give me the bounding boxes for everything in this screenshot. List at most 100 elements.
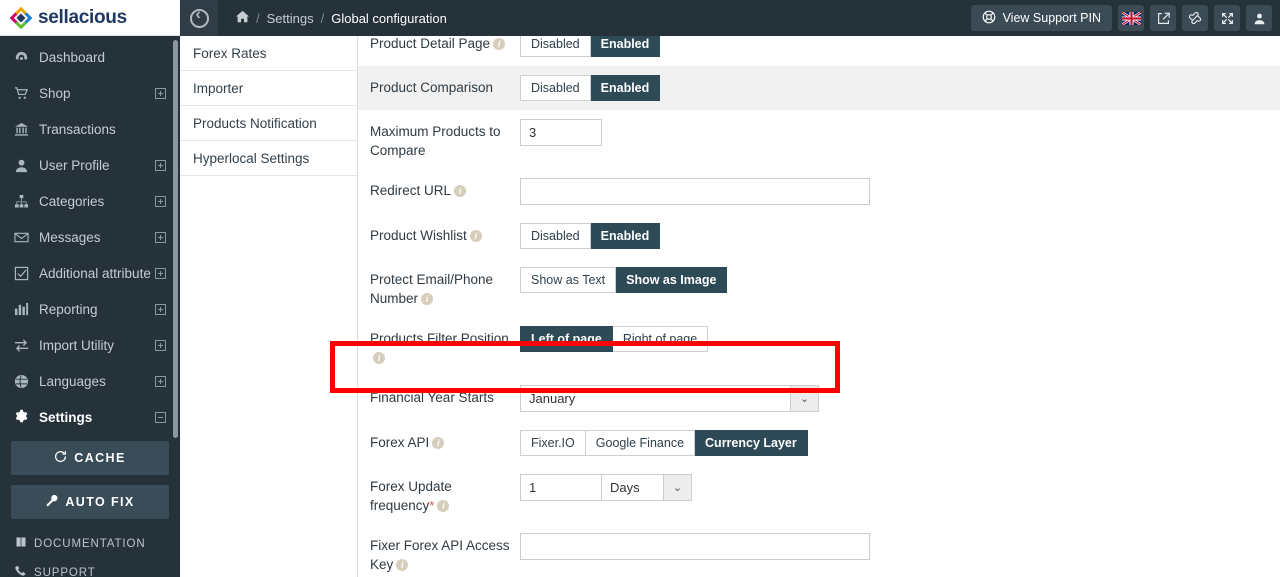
sidebar-item-reporting[interactable]: Reporting <box>0 291 180 327</box>
option-enabled[interactable]: Enabled <box>590 36 661 57</box>
chevron-down-icon[interactable]: ⌄ <box>790 385 819 412</box>
option-left-of-page[interactable]: Left of page <box>520 326 613 352</box>
form-row-products-filter-position: Products Filter Position i Left of page R… <box>358 317 1280 376</box>
brand-logo[interactable]: sellacious <box>0 0 180 36</box>
sidebar-item-transactions[interactable]: Transactions <box>0 111 180 147</box>
subnav-item-products-notification[interactable]: Products Notification <box>180 106 357 141</box>
form-row-redirect-url: Redirect URL i <box>358 169 1280 214</box>
breadcrumb-item-settings[interactable]: Settings <box>267 11 314 26</box>
subnav-item-importer[interactable]: Importer <box>180 71 357 106</box>
expand-icon[interactable] <box>155 267 166 279</box>
field-label-text: Product Wishlist <box>370 228 467 243</box>
sidebar-item-categories[interactable]: Categories <box>0 183 180 219</box>
documentation-link[interactable]: DOCUMENTATION <box>11 529 169 558</box>
field-label: Products Filter Position i <box>370 326 520 367</box>
option-enabled[interactable]: Enabled <box>590 223 661 249</box>
book-icon <box>15 536 27 551</box>
forex-api-toggle: Fixer.IO Google Finance Currency Layer <box>520 430 808 456</box>
sidebar-item-user-profile[interactable]: User Profile <box>0 147 180 183</box>
support-label: SUPPORT <box>34 566 96 577</box>
subnav-item-hyperlocal-settings[interactable]: Hyperlocal Settings <box>180 141 357 176</box>
product-detail-page-toggle: Disabled Enabled <box>520 36 661 57</box>
form-row-product-wishlist: Product Wishlist i Disabled Enabled <box>358 214 1280 258</box>
content-area: Forex Rates Importer Products Notificati… <box>180 36 1280 577</box>
external-link-icon[interactable] <box>1150 5 1176 31</box>
form-row-forex-update-frequency: Forex Update frequency*i Days ⌄ <box>358 465 1280 524</box>
field-label: Maximum Products to Compare <box>370 119 520 160</box>
view-support-pin-button[interactable]: View Support PIN <box>970 5 1112 31</box>
forex-update-frequency-input[interactable] <box>520 474 602 501</box>
option-google-finance[interactable]: Google Finance <box>585 430 696 456</box>
sidebar-item-shop[interactable]: Shop <box>0 75 180 111</box>
sidebar-item-languages[interactable]: Languages <box>0 363 180 399</box>
forex-update-frequency-unit-select[interactable]: Days ⌄ <box>601 474 692 501</box>
expand-icon[interactable] <box>155 339 166 351</box>
option-currency-layer[interactable]: Currency Layer <box>695 430 808 456</box>
expand-icon[interactable] <box>155 231 166 243</box>
sidebar-item-settings[interactable]: Settings <box>0 399 180 435</box>
auto-fix-button-label: AUTO FIX <box>65 495 135 509</box>
bar-chart-icon <box>12 302 30 317</box>
subnav-item-forex-rates[interactable]: Forex Rates <box>180 36 357 71</box>
back-button[interactable] <box>180 0 218 36</box>
language-flag-icon[interactable] <box>1118 5 1144 31</box>
option-show-as-image[interactable]: Show as Image <box>616 267 728 293</box>
maximum-products-to-compare-input[interactable] <box>520 119 602 146</box>
support-link[interactable]: SUPPORT <box>11 558 169 577</box>
expand-icon[interactable] <box>155 159 166 171</box>
redirect-url-input[interactable] <box>520 178 870 205</box>
subnav-label: Hyperlocal Settings <box>193 150 310 166</box>
sidebar-nav: Dashboard Shop Transactions User Profile… <box>0 36 180 577</box>
brand-name: sellacious <box>38 6 127 28</box>
user-account-icon[interactable] <box>1246 5 1272 31</box>
option-disabled[interactable]: Disabled <box>520 75 591 101</box>
info-icon[interactable]: i <box>469 230 482 242</box>
top-header-bar: / Settings / Global configuration View S… <box>180 0 1280 36</box>
joomla-icon[interactable] <box>1182 5 1208 31</box>
collapse-icon[interactable] <box>155 411 166 423</box>
expand-icon[interactable] <box>155 375 166 387</box>
option-show-as-text[interactable]: Show as Text <box>520 267 617 293</box>
view-support-pin-label: View Support PIN <box>1002 11 1101 25</box>
expand-icon[interactable] <box>155 87 166 99</box>
fullscreen-icon[interactable] <box>1214 5 1240 31</box>
auto-fix-button[interactable]: AUTO FIX <box>11 485 169 519</box>
expand-icon[interactable] <box>155 303 166 315</box>
sidebar-label: Categories <box>39 193 105 209</box>
info-icon[interactable]: i <box>421 293 434 305</box>
info-icon[interactable]: i <box>396 559 409 571</box>
checkbox-icon <box>12 266 30 281</box>
option-disabled[interactable]: Disabled <box>520 36 591 57</box>
info-icon[interactable]: i <box>437 500 450 512</box>
cache-button-label: CACHE <box>74 451 126 465</box>
option-fixer-io[interactable]: Fixer.IO <box>520 430 586 456</box>
info-icon[interactable]: i <box>373 352 385 364</box>
info-icon[interactable]: i <box>432 437 445 449</box>
products-filter-position-toggle: Left of page Right of page <box>520 326 709 352</box>
option-disabled[interactable]: Disabled <box>520 223 591 249</box>
field-label: Product Wishlist i <box>370 223 520 245</box>
field-label: Forex Update frequency* i <box>370 474 520 515</box>
sidebar-item-dashboard[interactable]: Dashboard <box>0 39 180 75</box>
user-icon <box>12 158 30 173</box>
field-label-text: Maximum Products to Compare <box>370 124 501 158</box>
sidebar-item-import-utility[interactable]: Import Utility <box>0 327 180 363</box>
fixer-forex-api-access-key-input[interactable] <box>520 533 870 560</box>
home-icon[interactable] <box>236 10 249 26</box>
sidebar-item-additional-attribute[interactable]: Additional attribute <box>0 255 180 291</box>
form-row-product-comparison: Product Comparison Disabled Enabled <box>358 66 1280 110</box>
financial-year-starts-select[interactable]: January ⌄ <box>520 385 819 412</box>
option-enabled[interactable]: Enabled <box>590 75 661 101</box>
form-row-maximum-products-to-compare: Maximum Products to Compare <box>358 110 1280 169</box>
field-label: Forex API i <box>370 430 520 452</box>
chevron-down-icon[interactable]: ⌄ <box>663 474 692 501</box>
cache-button[interactable]: CACHE <box>11 441 169 475</box>
sidebar-scrollbar[interactable] <box>173 40 178 438</box>
info-icon[interactable]: i <box>493 38 506 50</box>
sidebar-label: Shop <box>39 85 71 101</box>
sidebar-item-messages[interactable]: Messages <box>0 219 180 255</box>
expand-icon[interactable] <box>155 195 166 207</box>
option-right-of-page[interactable]: Right of page <box>612 326 709 352</box>
breadcrumb-separator: / <box>320 10 325 26</box>
info-icon[interactable]: i <box>454 185 467 197</box>
